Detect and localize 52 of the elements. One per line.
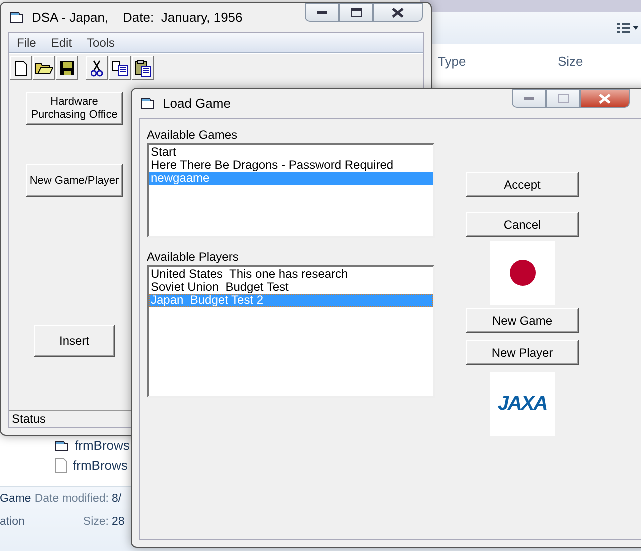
new-game-player-button[interactable]: New Game/Player <box>26 164 123 197</box>
window-app-icon <box>141 97 155 110</box>
cancel-button[interactable]: Cancel <box>466 212 579 237</box>
menu-item[interactable]: File <box>17 36 36 50</box>
insert-button[interactable]: Insert <box>34 325 115 357</box>
game-item[interactable]: Here There Be Dragons - Password Required <box>149 159 433 172</box>
game-item[interactable]: Start <box>149 146 433 159</box>
logo-text: JAXA <box>498 392 548 416</box>
hardware-purchasing-button[interactable]: Hardware Purchasing Office <box>26 92 123 125</box>
maximize-icon <box>558 94 568 103</box>
accept-button[interactable]: Accept <box>466 172 579 197</box>
minimize-icon <box>524 96 534 100</box>
new-game-button[interactable]: New Game <box>466 308 579 333</box>
dialog-title: Load Game <box>163 96 231 111</box>
status-text: Status <box>12 412 46 426</box>
players-label: Available Players <box>147 249 240 265</box>
paste-icon[interactable] <box>132 56 154 80</box>
size-label: Size: <box>83 516 109 528</box>
file-name[interactable]: frmBrows <box>73 458 128 473</box>
view-options-icon[interactable] <box>617 22 639 34</box>
size-value: 28 <box>112 516 126 528</box>
window-app-icon <box>10 11 24 24</box>
file-icon <box>55 458 67 473</box>
close-button[interactable] <box>373 3 423 22</box>
close-icon <box>599 94 611 104</box>
window-title: DSA - Japan, Date: January, 1956 <box>32 10 243 25</box>
maximize-button[interactable] <box>339 3 373 22</box>
menu-item[interactable]: Edit <box>51 36 72 50</box>
player-item[interactable]: United States This one has research <box>149 268 433 281</box>
file-name[interactable]: frmBrows <box>75 438 130 453</box>
flag-picture <box>490 241 555 305</box>
date-value: 8/ <box>112 493 123 505</box>
close-icon <box>392 8 404 18</box>
minimize-icon <box>317 10 327 14</box>
maximize-icon <box>350 8 362 17</box>
save-icon[interactable] <box>56 56 78 80</box>
date-label: Date modified: <box>34 493 109 505</box>
form-file-icon <box>55 438 69 452</box>
column-header[interactable]: Type <box>438 54 558 69</box>
menu-item[interactable]: Tools <box>87 36 116 50</box>
open-folder-icon[interactable] <box>33 56 55 80</box>
player-item[interactable]: Soviet Union Budget Test <box>149 281 433 294</box>
copy-icon[interactable] <box>109 56 131 80</box>
games-label: Available Games <box>147 127 238 143</box>
cut-icon[interactable] <box>86 56 108 80</box>
file-name-text: Game <box>0 493 32 505</box>
column-header[interactable]: Size <box>558 54 584 69</box>
new-document-icon[interactable] <box>10 56 32 80</box>
new-player-button[interactable]: New Player <box>466 340 579 365</box>
minimize-button[interactable] <box>305 3 339 22</box>
file-type-text: ation <box>0 516 25 528</box>
close-button[interactable] <box>580 89 630 108</box>
